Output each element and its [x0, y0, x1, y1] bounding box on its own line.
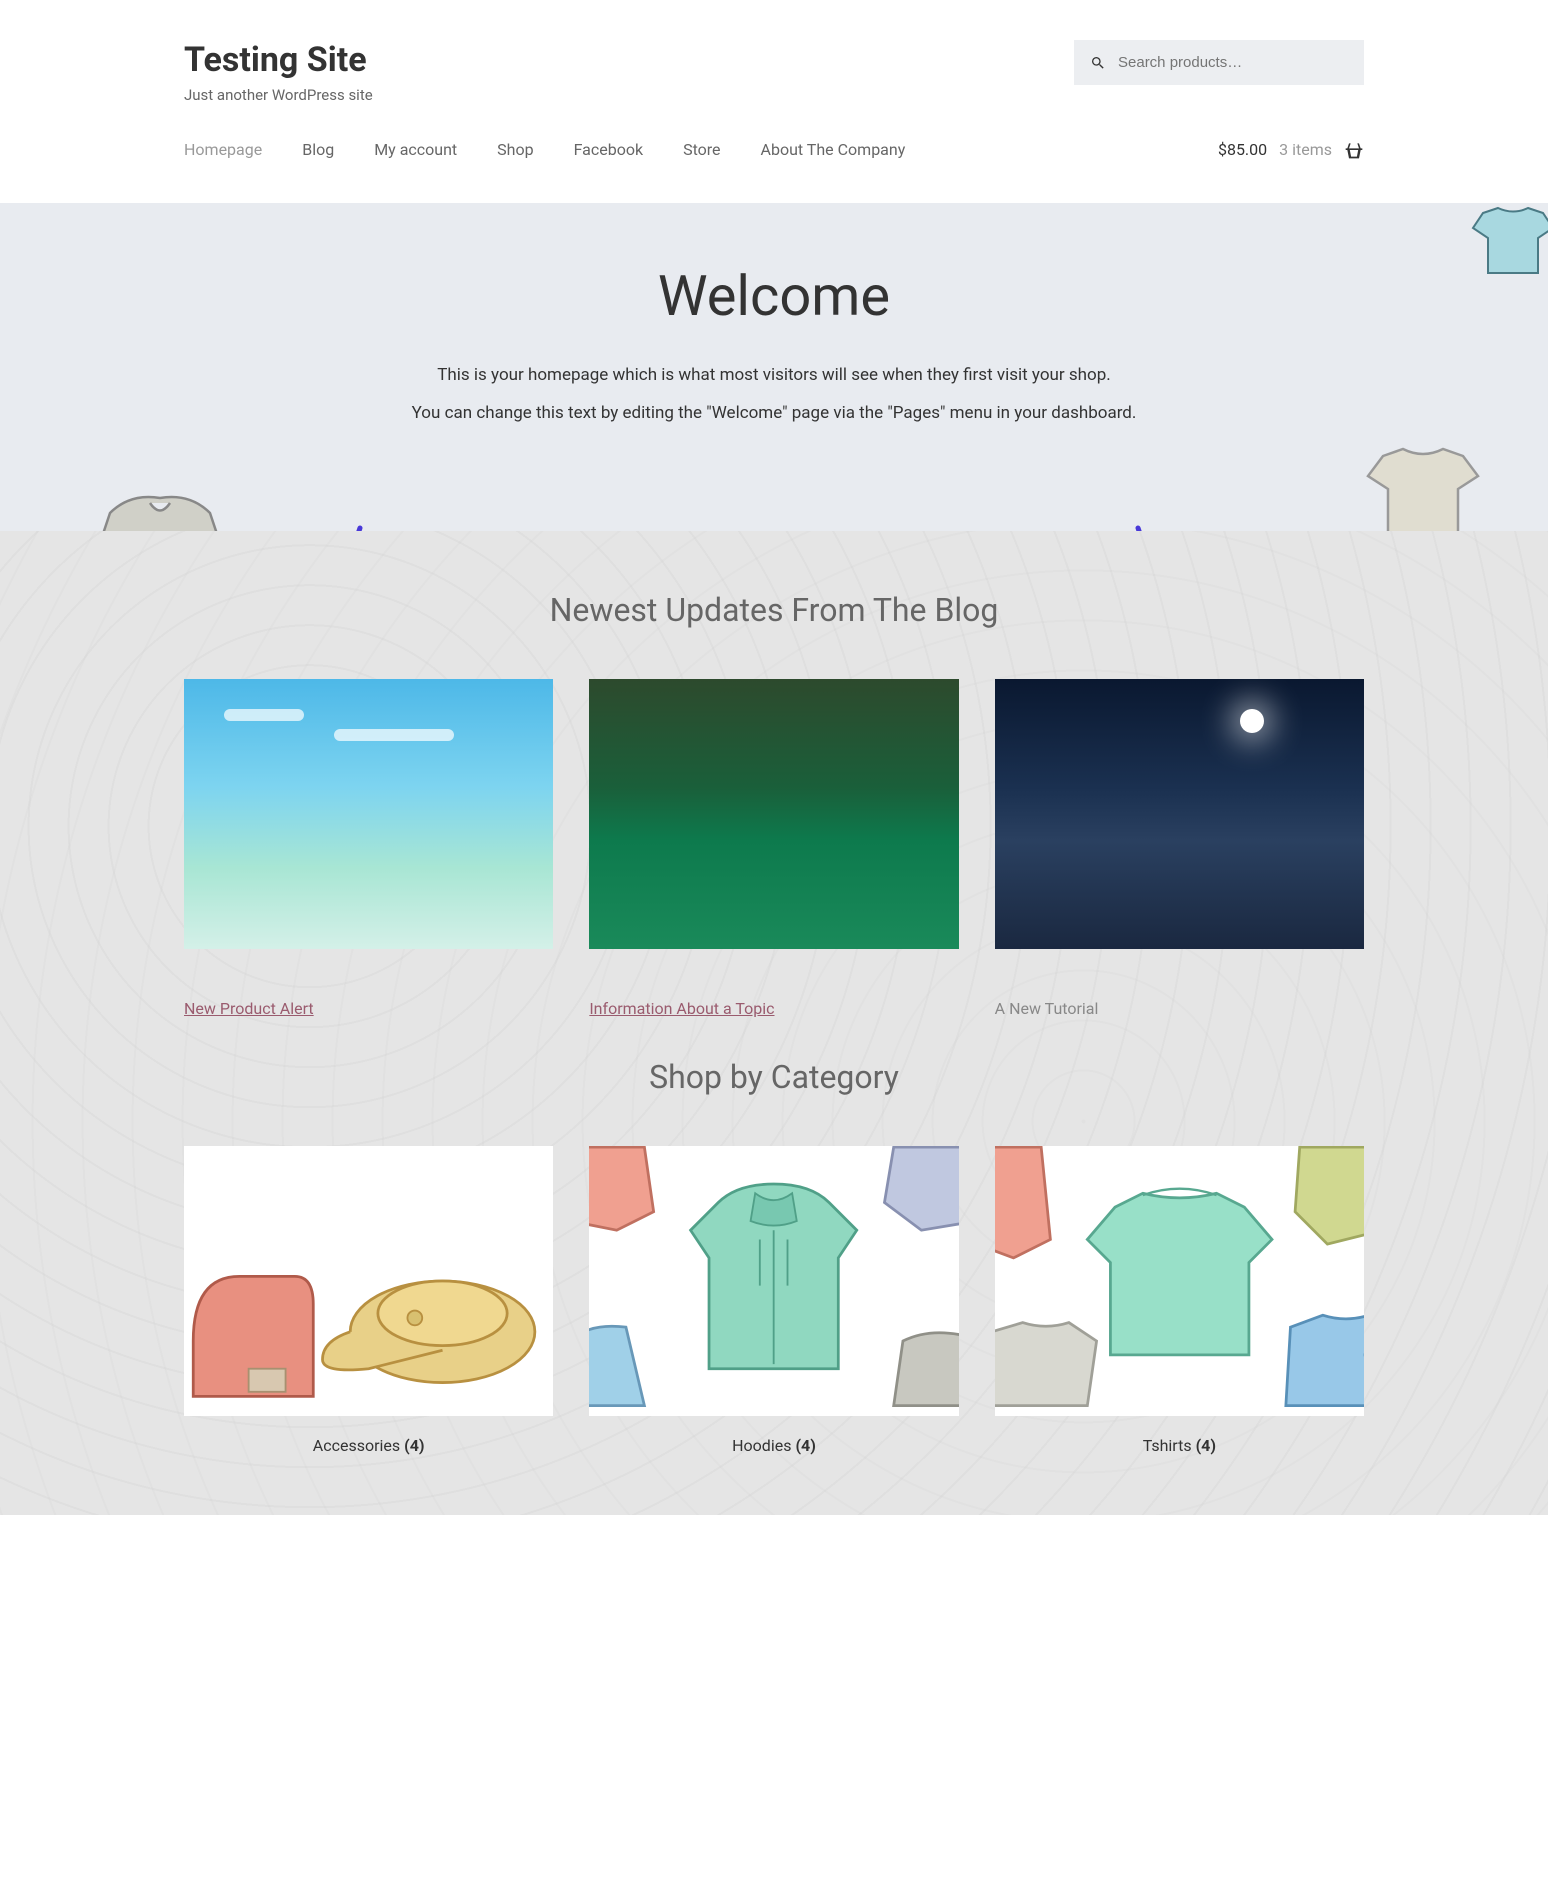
nav-blog[interactable]: Blog — [302, 140, 334, 159]
category-grid: Accessories (4) — [184, 1146, 1364, 1455]
cart-summary[interactable]: $85.00 3 items — [1218, 140, 1364, 159]
blog-post-image — [589, 679, 958, 949]
category-section-title: Shop by Category — [184, 1058, 1364, 1096]
nav-about[interactable]: About The Company — [761, 140, 906, 159]
category-count: (4) — [404, 1436, 424, 1455]
tshirt-doodle-icon — [1458, 203, 1548, 283]
site-tagline: Just another WordPress site — [184, 86, 373, 104]
search-container — [1074, 40, 1364, 85]
category-label: Hoodies (4) — [589, 1436, 958, 1455]
blog-post-card[interactable]: A New Tutorial — [995, 679, 1364, 1018]
nav-my-account[interactable]: My account — [374, 140, 457, 159]
nav-shop[interactable]: Shop — [497, 140, 533, 159]
hero-section: Welcome This is your homepage which is w… — [0, 203, 1548, 531]
category-image — [184, 1146, 553, 1416]
category-name: Tshirts — [1143, 1436, 1192, 1455]
blog-post-title: A New Tutorial — [995, 999, 1099, 1018]
category-card[interactable]: Tshirts (4) — [995, 1146, 1364, 1455]
blog-post-image — [184, 679, 553, 949]
blog-post-title-link[interactable]: New Product Alert — [184, 999, 314, 1018]
blog-section-title: Newest Updates From The Blog — [184, 591, 1364, 629]
nav-homepage[interactable]: Homepage — [184, 140, 262, 159]
basket-icon — [1344, 141, 1364, 159]
arrow-annotation-icon — [1128, 523, 1208, 531]
cart-count: 3 items — [1279, 140, 1332, 159]
blog-grid: New Product Alert Information About a To… — [184, 679, 1364, 1018]
category-count: (4) — [795, 1436, 815, 1455]
primary-nav: Homepage Blog My account Shop Facebook S… — [184, 140, 905, 159]
category-card[interactable]: Hoodies (4) — [589, 1146, 958, 1455]
blog-post-card[interactable]: Information About a Topic — [589, 679, 958, 1018]
category-name: Hoodies — [732, 1436, 791, 1455]
site-branding: Testing Site Just another WordPress site — [184, 40, 373, 104]
search-icon — [1090, 55, 1106, 71]
category-image — [589, 1146, 958, 1416]
blog-post-card[interactable]: New Product Alert — [184, 679, 553, 1018]
category-image — [995, 1146, 1364, 1416]
hero-title: Welcome — [0, 263, 1548, 329]
category-count: (4) — [1196, 1436, 1216, 1455]
tshirt-doodle-icon — [1358, 441, 1488, 531]
category-label: Tshirts (4) — [995, 1436, 1364, 1455]
nav-store[interactable]: Store — [683, 140, 720, 159]
hoodie-doodle-icon — [80, 483, 240, 531]
hero-text-1: This is your homepage which is what most… — [0, 365, 1548, 385]
blog-post-image — [995, 679, 1364, 949]
blog-post-title-link[interactable]: Information About a Topic — [589, 999, 774, 1018]
site-title[interactable]: Testing Site — [184, 40, 373, 80]
hero-text-2: You can change this text by editing the … — [0, 403, 1548, 423]
content-area: Newest Updates From The Blog New Product… — [0, 531, 1548, 1515]
search-input[interactable] — [1074, 40, 1364, 85]
nav-facebook[interactable]: Facebook — [574, 140, 643, 159]
category-label: Accessories (4) — [184, 1436, 553, 1455]
arrow-annotation-icon — [290, 523, 370, 531]
cart-price: $85.00 — [1218, 140, 1267, 159]
category-name: Accessories — [313, 1436, 400, 1455]
category-card[interactable]: Accessories (4) — [184, 1146, 553, 1455]
